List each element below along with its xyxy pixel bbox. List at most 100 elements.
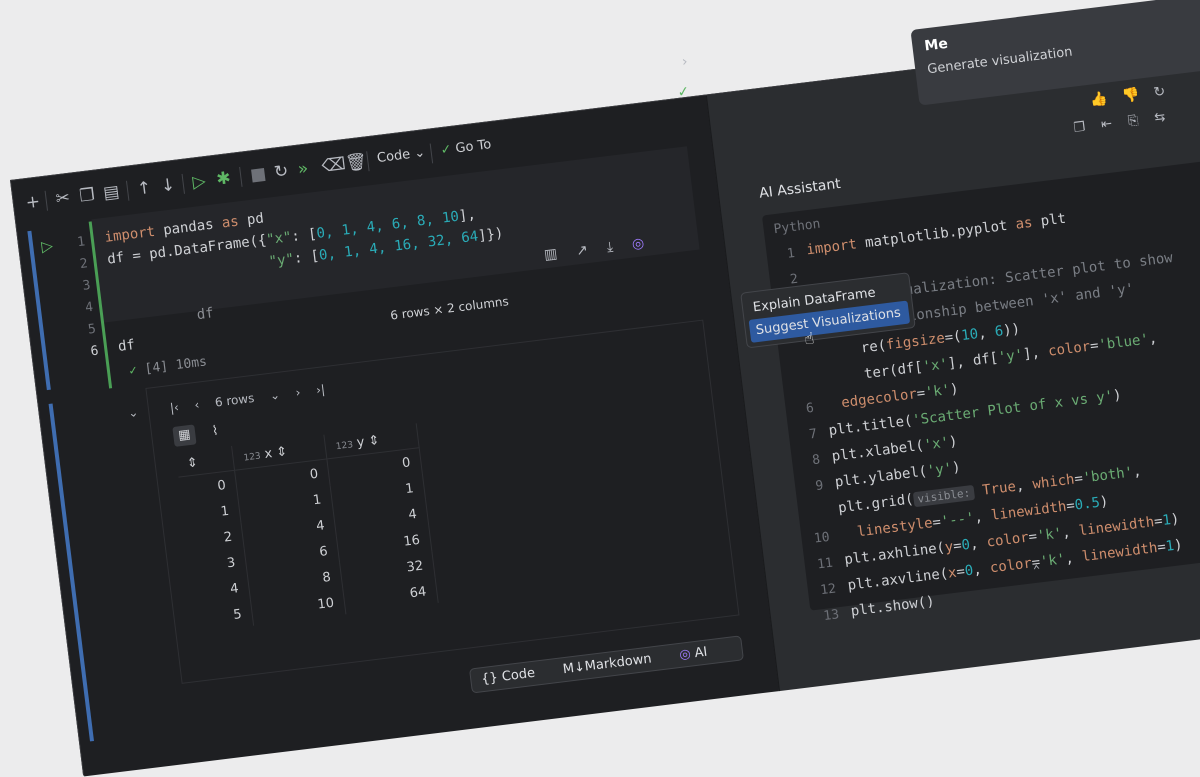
thumbs-up-icon[interactable]: 👍 [1089, 91, 1108, 109]
code-token: , [1147, 330, 1159, 348]
add-markdown-cell-button[interactable]: M↓Markdown [562, 650, 664, 677]
code-token: True [973, 478, 1017, 500]
debug-icon[interactable]: ✱ [215, 168, 232, 190]
code-token: : [ [290, 226, 318, 246]
line-number: 4 [84, 299, 95, 316]
code-token: ter(df[ [821, 359, 924, 388]
toolbar-divider [44, 190, 49, 211]
move-down-icon[interactable]: ↓ [160, 175, 177, 197]
code-token: 10 [960, 326, 980, 345]
code-token: 0.5 [1073, 494, 1101, 514]
table-view-icon[interactable]: ▦ [172, 424, 197, 447]
chart-view-icon[interactable]: ⌇ [203, 421, 227, 444]
ai-assistant-panel: Me Generate visualization 👍 👎 ↻ ❐ ⇤ ⎘ ⇆ … [705, 0, 1200, 692]
copy-icon[interactable]: ❐ [1073, 120, 1086, 136]
collapse-output-icon[interactable]: ⌄ [127, 405, 139, 420]
snippet-line: plt.ylabel('y') [834, 459, 961, 490]
regenerate-icon[interactable]: ↻ [1153, 84, 1167, 101]
code-token: plt.xlabel( [830, 437, 925, 465]
code-token: ], [1022, 343, 1050, 363]
restart-icon[interactable]: ↻ [273, 161, 290, 183]
move-up-icon[interactable]: ↑ [136, 178, 153, 200]
chevron-up-icon[interactable]: ⌃ [1032, 562, 1041, 577]
add-cell-bar: {} Code M↓Markdown ◎ AI [468, 635, 744, 694]
add-code-label: Code [501, 665, 536, 685]
column-name: x [263, 445, 274, 462]
code-token: ) [949, 381, 960, 398]
cut-icon[interactable]: ✂ [55, 188, 72, 210]
execution-count: [4] 10ms [143, 354, 208, 377]
insert-at-caret-icon[interactable]: ⇤ [1100, 116, 1113, 132]
cell-type-label: Code [376, 147, 412, 167]
code-token: ) [1169, 511, 1181, 528]
stop-icon[interactable]: ■ [249, 164, 267, 186]
add-icon[interactable]: + [25, 192, 42, 214]
line-number: 2 [79, 256, 89, 273]
ai-icon: ◎ [678, 646, 692, 663]
code-token: 'y' [926, 460, 954, 480]
line-number: 12 [819, 581, 837, 599]
add-code-cell-button[interactable]: {} Code [481, 664, 548, 687]
open-in-tab-icon[interactable]: ↗ [575, 242, 589, 259]
snippet-line: edgecolor='k') [840, 381, 959, 411]
code-token: ]}) [477, 225, 505, 245]
code-snippet: Python 1 2 3 6 7 8 9 10 11 12 13 import … [761, 159, 1200, 624]
paste-icon[interactable]: ▤ [102, 182, 120, 204]
thumbs-down-icon[interactable]: 👎 [1121, 87, 1140, 105]
code-token: , [977, 324, 996, 343]
output-gutter [48, 403, 94, 742]
code-token: 'y' [997, 346, 1025, 366]
code-token: , [1132, 463, 1143, 481]
goto-button[interactable]: ✓ Go To [440, 137, 492, 158]
ai-action-icon[interactable]: ◎ [631, 235, 645, 252]
toolbar-divider [239, 166, 243, 187]
last-page-icon[interactable]: ›| [315, 382, 325, 397]
add-ai-cell-button[interactable]: ◎ AI [679, 643, 721, 663]
code-token: figsize [885, 330, 946, 354]
line-number: 6 [89, 343, 100, 360]
code-token: ) [948, 433, 959, 451]
chart-view-icon[interactable]: ▥ [543, 246, 558, 263]
code-token: matplotlib.pyplot [855, 216, 1017, 253]
code-token: ], df[ [946, 349, 1000, 373]
code-token: "y" [267, 251, 296, 270]
column-type: 123 [335, 439, 354, 452]
panel-title: AI Assistant [758, 175, 842, 202]
copy-icon[interactable]: ❐ [78, 185, 96, 207]
cell-type-select[interactable]: Code ⌄ [376, 145, 426, 166]
run-cell-icon[interactable]: ▷ [40, 236, 54, 255]
line-number: 10 [813, 529, 831, 547]
line-number: 11 [816, 555, 834, 573]
snippet-line: import matplotlib.pyplot as plt [806, 211, 1067, 259]
execution-info: ✓ [4] 10ms [128, 354, 208, 378]
code-token: , [973, 507, 993, 526]
line-number: 7 [808, 426, 818, 443]
code-token: pd [237, 210, 265, 230]
code-token: plt.grid( [837, 491, 915, 517]
prev-page-icon[interactable]: ‹ [194, 398, 200, 412]
toolbar-divider [181, 173, 185, 194]
clear-outputs-icon[interactable]: ⌫ [321, 154, 347, 177]
next-page-icon[interactable]: › [295, 385, 301, 399]
first-page-icon[interactable]: |‹ [169, 400, 179, 415]
code-line[interactable]: df [117, 337, 136, 355]
download-icon[interactable]: ⤓ [606, 239, 614, 256]
code-token: plt.ylabel( [834, 463, 929, 491]
code-token: , [1061, 523, 1080, 542]
delete-cell-icon[interactable]: 🗑 [344, 151, 368, 173]
snippet-toolbar: ❐ ⇤ ⎘ ⇆ [1073, 108, 1178, 136]
code-token: as [1014, 214, 1034, 233]
add-markdown-label: Markdown [583, 651, 653, 675]
toolbar-divider [429, 143, 434, 164]
goto-label: Go To [454, 137, 493, 157]
new-file-icon[interactable]: ⎘ [1127, 113, 1139, 129]
code-token: 'blue' [1097, 331, 1150, 354]
check-icon: ✓ [676, 83, 691, 101]
code-token: re( [818, 337, 888, 362]
variable-hint: df [195, 305, 215, 324]
run-and-select-below-icon[interactable]: ▷ [191, 171, 206, 192]
chevron-right-icon[interactable]: › [681, 54, 689, 71]
diff-icon[interactable]: ⇆ [1154, 110, 1167, 126]
snippet-language: Python [772, 216, 822, 238]
run-all-icon[interactable]: » [297, 159, 310, 180]
